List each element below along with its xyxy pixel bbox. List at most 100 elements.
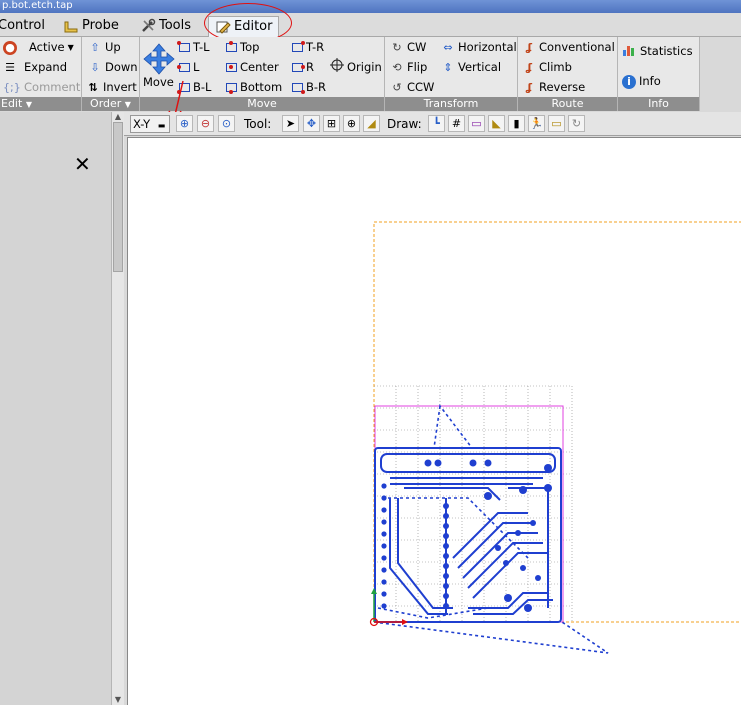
arrow-down-icon: ⇩ — [90, 60, 100, 74]
info-label: Info — [639, 74, 661, 88]
comment-icon: {;} — [3, 80, 21, 94]
align-tr-button[interactable]: T-R — [292, 38, 324, 57]
origin-label: Origin — [347, 60, 382, 74]
align-tr-label: T-R — [306, 40, 325, 54]
align-r-button[interactable]: R — [292, 58, 314, 77]
align-top-icon — [226, 41, 237, 52]
ribbon: ● Active ▼ ☰ Expand {;} Comment Edit ▼ ⇧… — [0, 37, 700, 136]
toolpath-drawing — [369, 221, 741, 654]
statistics-button[interactable]: Statistics — [622, 42, 693, 61]
reverse-label: Reverse — [539, 80, 586, 94]
view-select[interactable]: X-Y ▬ — [130, 115, 170, 133]
mirror-vertical-button[interactable]: ⇕ Vertical — [441, 58, 501, 77]
ruler-tool-button[interactable]: ◢ — [363, 115, 380, 132]
origin-tool-button[interactable]: ⊕ — [343, 115, 360, 132]
comment-button[interactable]: {;} Comment — [3, 78, 80, 97]
mirror-horizontal-label: Horizontal — [458, 40, 517, 54]
align-l-label: L — [193, 60, 200, 74]
list-icon: ☰ — [5, 60, 15, 74]
move-arrows-icon: ✥ — [306, 117, 317, 130]
mirror-vertical-icon: ⇕ — [443, 60, 453, 74]
conventional-label: Conventional — [539, 40, 615, 54]
expand-button[interactable]: ☰ Expand — [3, 58, 67, 77]
edit-group-label[interactable]: Edit ▼ — [0, 97, 81, 111]
zoom-fit-button[interactable]: ⊙ — [218, 115, 235, 132]
info-group: Statistics i Info Info — [618, 37, 700, 111]
align-bottom-right-icon — [292, 83, 305, 94]
draw-probe-button[interactable]: ▮ — [508, 115, 525, 132]
reverse-button[interactable]: ʆ Reverse — [522, 78, 585, 97]
draw-rapid-button[interactable]: 🏃 — [528, 115, 545, 132]
info-button[interactable]: i Info — [622, 72, 661, 91]
align-top-button[interactable]: Top — [226, 38, 259, 57]
close-icon[interactable]: ✕ — [74, 152, 91, 176]
grid — [374, 385, 573, 622]
draw-label: Draw: — [387, 117, 422, 131]
draw-workarea-button[interactable]: ◣ — [488, 115, 505, 132]
climb-button[interactable]: ʆ Climb — [522, 58, 572, 77]
zoom-out-button[interactable]: ⊖ — [197, 115, 214, 132]
up-button[interactable]: ⇧ Up — [88, 38, 121, 57]
mirror-horizontal-button[interactable]: ⇔ Horizontal — [441, 38, 517, 57]
left-panel-scrollbar[interactable]: ▲ ▼ — [111, 112, 124, 705]
draw-axes-button[interactable]: ┗ — [428, 115, 445, 132]
tab-probe[interactable]: Probe — [63, 16, 119, 36]
origin-button[interactable]: Origin — [330, 57, 382, 78]
scrollbar-thumb[interactable] — [113, 122, 123, 272]
flip-label: Flip — [407, 60, 428, 74]
route-group: ʆ Conventional ʆ Climb ʆ Reverse Route — [518, 37, 618, 111]
active-button[interactable]: ● Active ▼ — [3, 38, 74, 57]
rotate-ccw-button[interactable]: ↺ CCW — [390, 78, 434, 97]
down-button[interactable]: ⇩ Down — [88, 58, 138, 77]
align-left-icon — [177, 63, 190, 72]
align-tl-button[interactable]: T-L — [177, 38, 210, 57]
tab-control[interactable]: Control — [0, 16, 45, 36]
ruler-icon — [63, 18, 79, 34]
align-l-button[interactable]: L — [177, 58, 200, 77]
chevron-down-icon: ▼ — [25, 100, 32, 109]
left-panel — [0, 112, 111, 705]
rotate-cw-button[interactable]: ↻ CW — [390, 38, 426, 57]
flip-button[interactable]: ⟲ Flip — [390, 58, 427, 77]
paths-icon: ▭ — [551, 117, 562, 130]
order-group-label[interactable]: Order ▼ — [82, 97, 139, 111]
align-br-button[interactable]: B-R — [292, 78, 326, 97]
gantry-tool-button[interactable]: ⊞ — [323, 115, 340, 132]
chevron-down-icon: ▼ — [124, 100, 131, 109]
draw-margins-button[interactable]: ▭ — [468, 115, 485, 132]
conventional-button[interactable]: ʆ Conventional — [522, 38, 615, 57]
tab-probe-label: Probe — [82, 18, 119, 33]
align-center-label: Center — [240, 60, 279, 74]
arrow-up-icon: ⇧ — [90, 40, 100, 54]
zoom-in-button[interactable]: ⊕ — [176, 115, 193, 132]
align-bottom-button[interactable]: Bottom — [226, 78, 282, 97]
tool-label: Tool: — [244, 117, 272, 131]
invert-button[interactable]: ⇅ Invert — [86, 78, 136, 97]
ruler-icon: ◢ — [367, 117, 376, 130]
align-center-button[interactable]: Center — [226, 58, 279, 77]
down-label: Down — [105, 60, 138, 74]
info-icon: i — [622, 74, 636, 89]
draw-grid-button[interactable]: # — [448, 115, 465, 132]
order-group-label-text: Order — [90, 97, 122, 110]
zoom-in-icon: ⊕ — [179, 117, 190, 130]
align-bottom-label: Bottom — [240, 80, 283, 94]
order-group: ⇧ Up ⇩ Down ⇅ Invert Order ▼ — [82, 37, 140, 111]
edit-pencil-icon — [215, 19, 231, 35]
align-center-icon — [226, 63, 237, 72]
edit-group: ● Active ▼ ☰ Expand {;} Comment Edit ▼ — [0, 37, 82, 111]
up-label: Up — [105, 40, 121, 54]
invert-icon: ⇅ — [88, 80, 98, 94]
mirror-horizontal-icon: ⇔ — [443, 40, 453, 54]
tab-tools[interactable]: Tools — [140, 16, 191, 36]
scroll-up-icon[interactable]: ▲ — [113, 112, 123, 122]
scroll-down-icon[interactable]: ▼ — [113, 695, 123, 705]
draw-refresh-button[interactable]: ↻ — [568, 115, 585, 132]
select-tool-button[interactable]: ➤ — [282, 115, 299, 132]
align-r-label: R — [306, 60, 314, 74]
gcode-canvas[interactable] — [127, 137, 741, 705]
tab-editor[interactable]: Editor — [208, 16, 280, 37]
pan-tool-button[interactable]: ✥ — [303, 115, 320, 132]
draw-paths-button[interactable]: ▭ — [548, 115, 565, 132]
crosshair-icon — [330, 57, 344, 78]
